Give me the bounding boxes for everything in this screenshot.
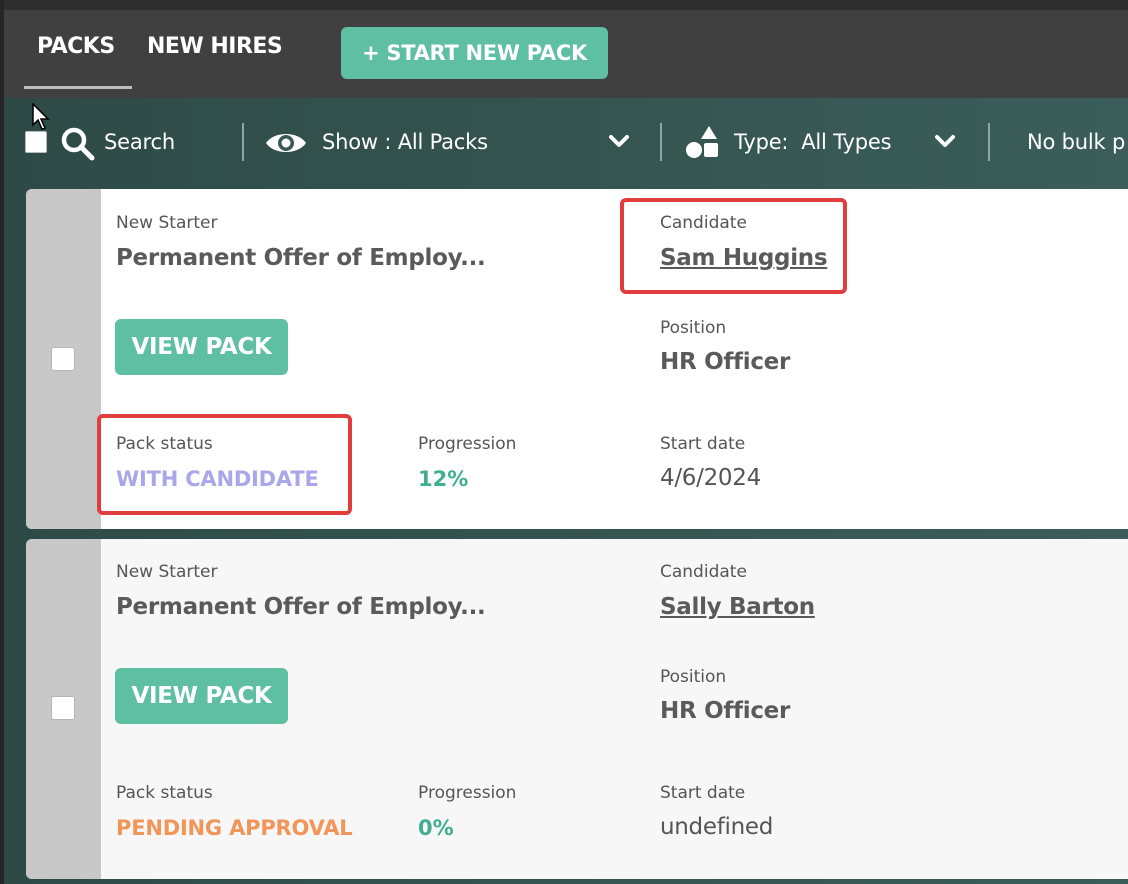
start-date-label: Start date — [660, 434, 746, 454]
progression-value: 12% — [418, 467, 469, 491]
start-date-value: 4/6/2024 — [660, 465, 761, 491]
new-starter-label: New Starter — [116, 562, 218, 582]
progression-value: 0% — [418, 816, 454, 840]
new-starter-value: Permanent Offer of Employ... — [116, 245, 486, 271]
pack-card: New Starter Permanent Offer of Employ...… — [26, 189, 1128, 529]
shapes-icon — [684, 124, 720, 164]
eye-icon — [264, 128, 308, 162]
chevron-down-icon — [608, 134, 630, 154]
position-label: Position — [660, 318, 727, 338]
search-label: Search — [104, 130, 175, 154]
pack-status-label: Pack status — [116, 783, 213, 803]
candidate-name-link[interactable]: Sally Barton — [660, 594, 815, 620]
filter-toolbar: Search Show : All Packs Type: All Types … — [4, 98, 1128, 188]
type-filter-label: Type: All Types — [734, 130, 892, 154]
start-date-label: Start date — [660, 783, 746, 803]
card-checkbox[interactable] — [51, 347, 75, 371]
pack-card: New Starter Permanent Offer of Employ...… — [26, 539, 1128, 879]
show-filter-label: Show : All Packs — [322, 130, 488, 154]
view-pack-button[interactable]: VIEW PACK — [115, 668, 288, 724]
position-value: HR Officer — [660, 698, 790, 724]
progression-label: Progression — [418, 434, 517, 454]
search-icon — [60, 126, 96, 166]
select-all-checkbox[interactable] — [25, 131, 47, 153]
filter-divider — [660, 123, 662, 161]
active-tab-indicator — [24, 86, 132, 89]
search-control[interactable]: Search — [60, 124, 190, 164]
bulk-actions-label[interactable]: No bulk p — [1027, 130, 1125, 154]
progression-label: Progression — [418, 783, 517, 803]
filter-divider — [242, 123, 244, 161]
candidate-highlight-box — [620, 198, 847, 294]
card-checkbox[interactable] — [51, 696, 75, 720]
filter-divider — [988, 123, 990, 161]
view-pack-button[interactable]: VIEW PACK — [115, 319, 288, 375]
pack-status-highlight-box — [97, 414, 352, 515]
start-new-pack-button[interactable]: + START NEW PACK — [341, 27, 608, 79]
candidate-label: Candidate — [660, 562, 747, 582]
new-starter-value: Permanent Offer of Employ... — [116, 594, 486, 620]
packs-main-area: Search Show : All Packs Type: All Types … — [4, 98, 1128, 884]
pack-status-value: PENDING APPROVAL — [116, 816, 353, 840]
tab-packs[interactable]: PACKS — [37, 34, 115, 59]
new-starter-label: New Starter — [116, 213, 218, 233]
tab-new-hires[interactable]: NEW HIRES — [147, 34, 283, 59]
position-value: HR Officer — [660, 349, 790, 375]
chevron-down-icon — [934, 134, 956, 154]
window-top-strip — [0, 0, 1128, 10]
position-label: Position — [660, 667, 727, 687]
show-filter-dropdown[interactable]: Show : All Packs — [264, 122, 634, 164]
type-filter-dropdown[interactable]: Type: All Types — [684, 122, 964, 164]
top-navigation-bar: PACKS NEW HIRES + START NEW PACK — [4, 10, 1128, 98]
start-date-value: undefined — [660, 814, 774, 840]
